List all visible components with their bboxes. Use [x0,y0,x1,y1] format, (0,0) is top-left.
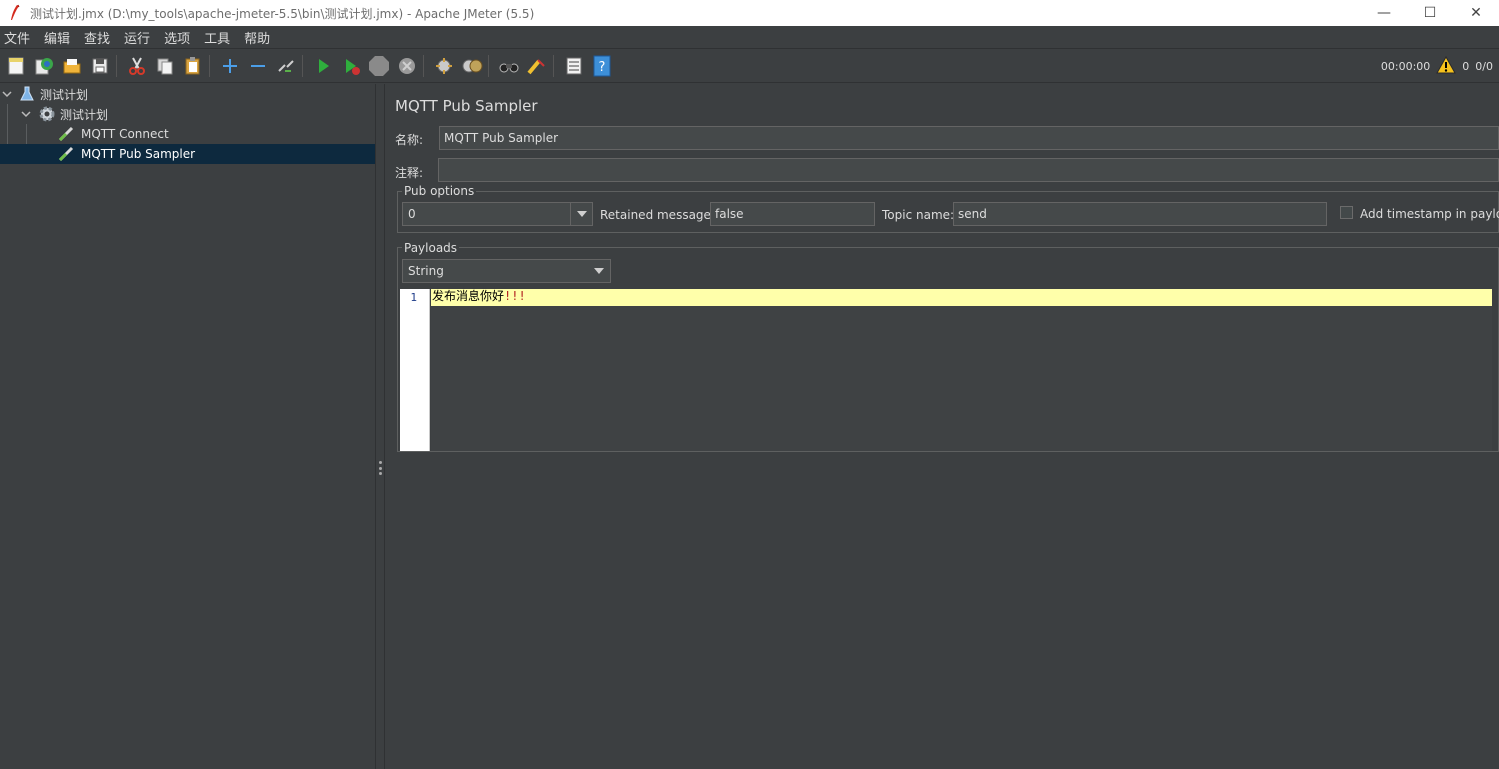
pub-options-title: Pub options [402,184,477,198]
new-icon[interactable] [4,54,28,78]
sampler-panel: MQTT Pub Sampler 名称: MQTT Pub Sampler 注释… [386,84,1499,769]
menu-tools[interactable]: 工具 [200,28,236,47]
search-icon[interactable] [497,54,521,78]
line-number-gutter: 1 [400,289,430,451]
tree-item-label: 测试计划 [60,107,109,122]
name-field[interactable]: MQTT Pub Sampler [439,126,1499,150]
menu-search[interactable]: 查找 [80,28,116,47]
chevron-down-icon[interactable] [21,108,31,122]
gear-icon [38,105,56,126]
collapse-icon[interactable] [246,54,270,78]
start-icon[interactable] [311,54,335,78]
start-no-pause-icon[interactable] [339,54,363,78]
window-title: 测试计划.jmx (D:\my_tools\apache-jmeter-5.5\… [30,6,535,21]
thread-count: 0/0 [1475,59,1493,73]
pipette-icon [58,126,76,145]
status-area: 00:00:00 0 0/0 [1375,49,1493,83]
svg-text:?: ? [599,60,606,75]
templates-icon[interactable] [32,54,56,78]
reset-search-icon[interactable] [525,54,549,78]
toolbar-separator [209,54,210,77]
menu-run[interactable]: 运行 [120,28,156,47]
payload-text-main: 发布消息你好 [432,289,505,303]
flask-icon [19,86,35,105]
toolbar-separator [116,54,117,77]
menu-file[interactable]: 文件 [0,28,36,47]
chevron-down-icon[interactable] [2,88,12,102]
retained-field[interactable]: false [710,202,875,226]
toolbar: ? 00:00:00 0 0/0 [0,49,1499,83]
payload-text[interactable]: 发布消息你好!!! [432,289,526,304]
paste-icon[interactable] [181,54,205,78]
line-number: 1 [410,291,417,304]
maximize-button[interactable]: ☐ [1407,0,1453,26]
topic-field[interactable]: send [953,202,1327,226]
test-plan-tree: 测试计划 测试计划 MQTT Connect MQTT Pub Sampler [0,84,375,769]
tree-item-test-plan-root[interactable]: 测试计划 [0,84,375,104]
toggle-icon[interactable] [274,54,298,78]
toolbar-separator [553,54,554,77]
open-icon[interactable] [60,54,84,78]
chevron-down-icon[interactable] [570,203,592,225]
tree-item-label: 测试计划 [40,87,89,102]
qos-value: 0 [408,207,416,221]
shutdown-icon[interactable] [395,54,419,78]
chevron-down-icon[interactable] [588,260,610,282]
payload-type-select[interactable]: String [402,259,611,283]
warning-count: 0 [1462,59,1470,73]
tree-item-mqtt-pub-sampler[interactable]: MQTT Pub Sampler [0,144,375,164]
menu-help[interactable]: 帮助 [240,28,276,47]
expand-icon[interactable] [218,54,242,78]
toolbar-separator [302,54,303,77]
splitter-grip-icon[interactable] [379,461,382,475]
save-icon[interactable] [88,54,112,78]
menu-options[interactable]: 选项 [160,28,196,47]
clear-icon[interactable] [432,54,456,78]
editor-body[interactable] [431,306,1492,451]
pipette-icon [58,146,76,165]
qos-select[interactable]: 0 [402,202,593,226]
clear-all-icon[interactable] [460,54,484,78]
tree-item-mqtt-connect[interactable]: MQTT Connect [0,124,375,144]
retained-label: Retained messages: [600,208,722,222]
menu-bar: 文件 编辑 查找 运行 选项 工具 帮助 [0,26,1499,49]
tree-item-label: MQTT Connect [81,127,169,141]
jmeter-feather-icon [11,4,20,20]
title-bar: 测试计划.jmx (D:\my_tools\apache-jmeter-5.5\… [0,0,1499,26]
comment-field[interactable] [438,158,1499,182]
copy-icon[interactable] [153,54,177,78]
toolbar-separator [488,54,489,77]
menu-edit[interactable]: 编辑 [40,28,76,47]
payload-editor[interactable]: 1 发布消息你好!!! [400,289,1492,451]
payload-type-value: String [408,264,444,278]
timestamp-checkbox[interactable] [1340,206,1353,219]
comment-label: 注释: [395,166,424,180]
tree-item-test-plan-group[interactable]: 测试计划 [0,104,375,124]
elapsed-time: 00:00:00 [1380,59,1431,73]
current-line-highlight: 发布消息你好!!! [431,289,1492,306]
name-label: 名称: [395,133,424,147]
toolbar-separator [423,54,424,77]
function-helper-icon[interactable] [562,54,586,78]
topic-label: Topic name: [882,208,955,222]
page-title: MQTT Pub Sampler [395,97,538,115]
panel-splitter[interactable] [375,84,385,769]
warning-icon[interactable] [1436,55,1457,77]
timestamp-label: Add timestamp in payload [1360,207,1499,221]
tree-item-label: MQTT Pub Sampler [81,147,196,161]
minimize-button[interactable]: — [1361,0,1407,26]
cut-icon[interactable] [125,54,149,78]
help-icon[interactable]: ? [590,54,614,78]
payloads-title: Payloads [402,241,460,255]
payload-text-punctuation: !!! [504,289,526,303]
stop-icon[interactable] [367,54,391,78]
close-button[interactable]: ✕ [1453,0,1499,26]
